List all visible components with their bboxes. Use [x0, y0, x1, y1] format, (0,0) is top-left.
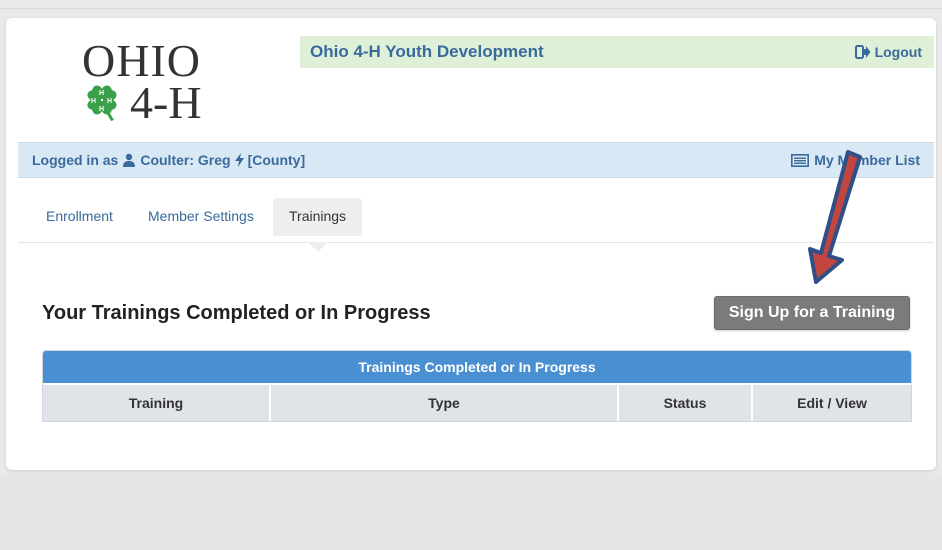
sign-up-training-button[interactable]: Sign Up for a Training: [714, 296, 910, 330]
user-name: Coulter: Greg: [140, 152, 231, 168]
top-divider: [0, 8, 942, 9]
header-bar: Ohio 4-H Youth Development Logout: [300, 36, 934, 68]
column-header-type[interactable]: Type: [270, 383, 619, 421]
logged-in-status: Logged in as Coulter: Greg [County]: [32, 152, 305, 168]
column-header-training[interactable]: Training: [43, 383, 271, 421]
table-header-row: Training Type Status Edit / View: [43, 383, 911, 421]
section-title: Your Trainings Completed or In Progress: [42, 302, 431, 324]
active-tab-pointer: [308, 242, 328, 252]
nav-tabs: Enrollment Member Settings Trainings: [18, 198, 934, 243]
trainings-grid: Training Type Status Edit / View: [43, 383, 911, 421]
logout-link[interactable]: Logout: [854, 44, 922, 60]
clover-icon: HHH H: [87, 85, 117, 121]
bolt-icon: [234, 153, 244, 167]
svg-text:H: H: [99, 90, 104, 97]
column-header-status[interactable]: Status: [618, 383, 753, 421]
logout-label: Logout: [874, 44, 922, 60]
logo-4h-text: 4-H: [130, 77, 202, 128]
table-caption: Trainings Completed or In Progress: [43, 351, 911, 383]
logged-in-prefix: Logged in as: [32, 152, 119, 168]
tab-trainings[interactable]: Trainings: [273, 198, 363, 236]
county-label: [County]: [247, 152, 306, 168]
user-info-bar: Logged in as Coulter: Greg [County] My M…: [18, 142, 934, 178]
page-footer-area: [0, 474, 942, 550]
column-header-edit-view[interactable]: Edit / View: [752, 383, 911, 421]
annotation-arrow-icon: [808, 150, 862, 284]
site-title[interactable]: Ohio 4-H Youth Development: [310, 42, 544, 62]
user-icon: [123, 153, 136, 167]
svg-text:H: H: [91, 98, 96, 105]
svg-text:H: H: [99, 106, 104, 113]
svg-text:H: H: [107, 98, 112, 105]
tab-member-settings[interactable]: Member Settings: [132, 198, 270, 236]
tab-enrollment[interactable]: Enrollment: [30, 198, 129, 236]
trainings-table: Trainings Completed or In Progress Train…: [42, 350, 912, 422]
ohio-4h-logo[interactable]: OHIO HHHH 4-H: [80, 35, 220, 130]
logout-icon: [854, 45, 871, 59]
